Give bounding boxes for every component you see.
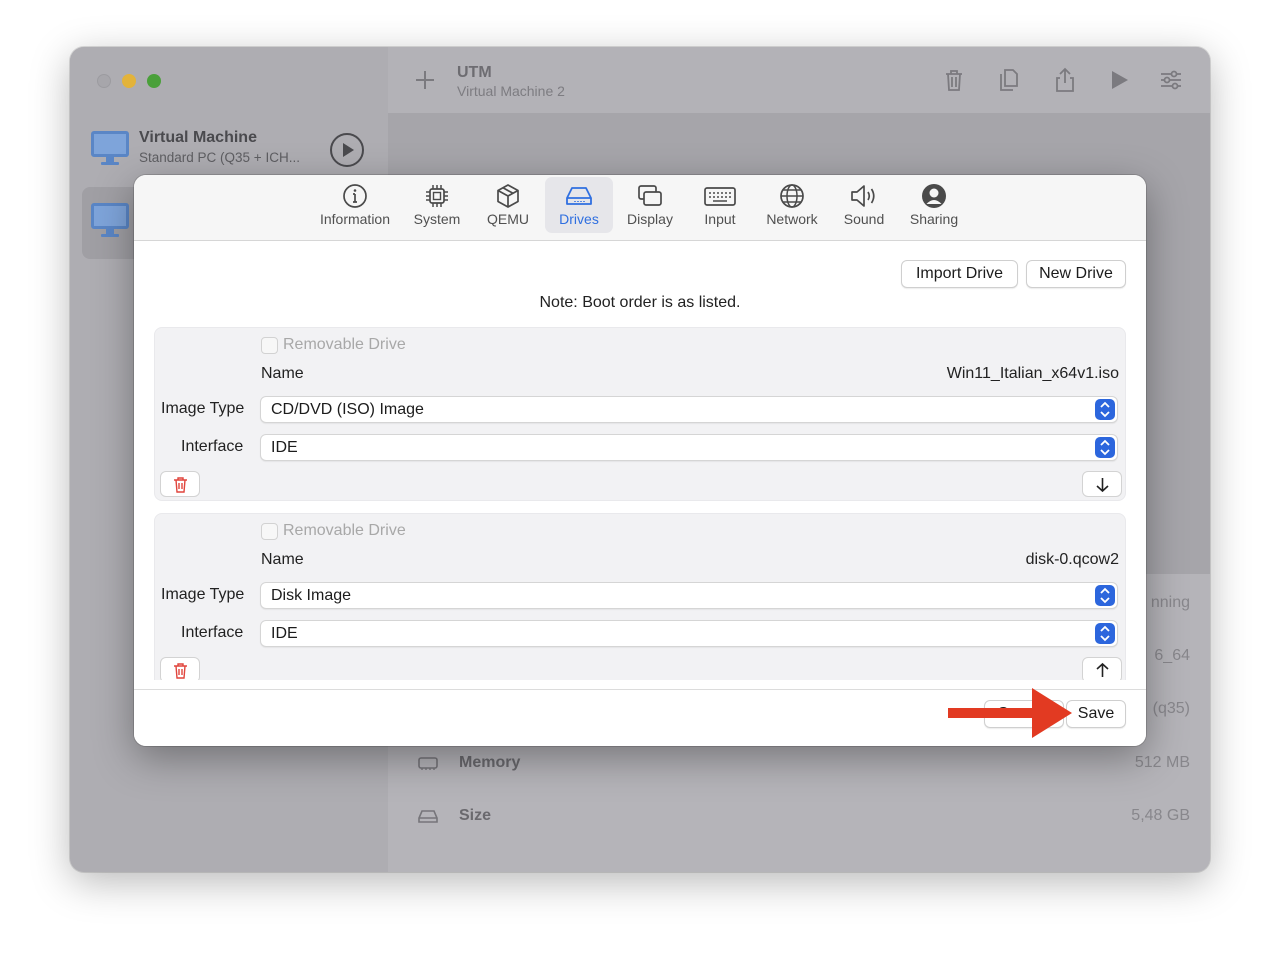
speaker-icon: [851, 185, 875, 207]
image-type-label: Image Type: [161, 400, 245, 417]
info-key: Size: [459, 807, 492, 824]
drive-name-value: disk-0.qcow2: [1025, 551, 1119, 568]
drive-icon: [566, 187, 592, 205]
save-button[interactable]: Save: [1066, 700, 1126, 728]
chevron-up-down-icon: [1095, 623, 1115, 644]
share-icon[interactable]: [1052, 67, 1078, 93]
name-label: Name: [261, 551, 304, 568]
display-icon: [638, 185, 662, 206]
vm-title: Virtual Machine 2: [457, 83, 565, 99]
image-type-select[interactable]: Disk Image: [260, 582, 1118, 609]
info-row-size: Size 5,48 GB: [418, 801, 1190, 831]
interface-value: IDE: [271, 625, 298, 642]
tab-label: Input: [704, 211, 736, 227]
chevron-up-down-icon: [1095, 437, 1115, 458]
monitor-icon: [91, 203, 129, 237]
tab-label: Sharing: [909, 211, 959, 227]
info-value: 5,48 GB: [1131, 807, 1190, 824]
play-vm-button[interactable]: [330, 133, 364, 167]
tab-label: Display: [627, 211, 673, 227]
image-type-label: Image Type: [161, 586, 245, 603]
tab-label: System: [413, 211, 461, 227]
chip-icon: [426, 185, 448, 207]
plus-icon[interactable]: [412, 67, 438, 93]
window-toolbar: UTM Virtual Machine 2: [388, 47, 1210, 114]
info-row-memory: Memory 512 MB: [418, 748, 1190, 778]
tab-qemu[interactable]: QEMU: [480, 177, 536, 233]
tab-label: QEMU: [487, 211, 529, 227]
monitor-icon: [91, 131, 129, 165]
trash-icon: [174, 663, 187, 679]
zoom-window-button[interactable]: [147, 74, 161, 88]
trash-icon: [174, 477, 187, 493]
tab-sharing[interactable]: Sharing: [904, 177, 964, 233]
tab-drives[interactable]: Drives: [545, 177, 613, 233]
close-window-button[interactable]: [97, 74, 111, 88]
tab-label: Information: [319, 211, 391, 227]
interface-select[interactable]: IDE: [260, 620, 1118, 647]
image-type-value: CD/DVD (ISO) Image: [271, 401, 424, 418]
info-value: 512 MB: [1134, 754, 1190, 771]
tab-information[interactable]: Information: [314, 177, 396, 233]
info-value: (q35): [1152, 700, 1190, 717]
info-value: nning: [1150, 594, 1190, 611]
interface-label: Interface: [181, 438, 244, 455]
tab-display[interactable]: Display: [620, 177, 680, 233]
minimize-window-button[interactable]: [122, 74, 136, 88]
tab-system[interactable]: System: [406, 177, 468, 233]
removable-drive-checkbox: [261, 523, 278, 540]
chevron-up-down-icon: [1095, 399, 1115, 420]
vm-name: Virtual Machine: [139, 129, 257, 146]
trash-icon[interactable]: [941, 67, 967, 93]
import-drive-button[interactable]: Import Drive: [901, 260, 1018, 288]
play-icon: [343, 143, 354, 157]
drive-name-value: Win11_Italian_x64v1.iso: [946, 365, 1119, 382]
vm-subtitle: Standard PC (Q35 + ICH...: [139, 150, 300, 165]
keyboard-icon: [704, 187, 736, 206]
chevron-up-down-icon: [1095, 585, 1115, 606]
delete-drive-button[interactable]: [160, 657, 200, 680]
tab-label: Sound: [843, 211, 885, 227]
arrow-up-icon: [1096, 662, 1109, 677]
image-type-select[interactable]: CD/DVD (ISO) Image: [260, 396, 1118, 423]
app-title: UTM: [457, 64, 492, 81]
name-label: Name: [261, 365, 304, 382]
removable-drive-label: Removable Drive: [283, 336, 406, 353]
drive-icon: [418, 810, 438, 823]
removable-drive-label: Removable Drive: [283, 522, 406, 539]
vm-settings-sheet: Information System QEMU Drives Display I…: [134, 175, 1146, 746]
settings-tab-bar: Information System QEMU Drives Display I…: [134, 175, 1146, 241]
annotation-arrow-icon: [948, 688, 1072, 738]
drive-card: Removable Drive Name Win11_Italian_x64v1…: [154, 327, 1126, 501]
interface-label: Interface: [181, 624, 244, 641]
arrow-down-icon: [1096, 478, 1109, 493]
memory-icon: [418, 757, 438, 770]
tab-sound[interactable]: Sound: [836, 177, 892, 233]
tab-network[interactable]: Network: [760, 177, 824, 233]
boot-order-note: Note: Boot order is as listed.: [539, 294, 741, 311]
move-drive-down-button[interactable]: [1082, 471, 1122, 497]
move-drive-up-button[interactable]: [1082, 657, 1122, 680]
drives-list[interactable]: Removable Drive Name Win11_Italian_x64v1…: [134, 325, 1146, 680]
tab-label: Drives: [559, 211, 599, 227]
cube-icon: [497, 184, 519, 208]
delete-drive-button[interactable]: [160, 471, 200, 497]
image-type-value: Disk Image: [271, 587, 352, 604]
settings-sliders-icon[interactable]: [1158, 67, 1184, 93]
removable-drive-checkbox: [261, 337, 278, 354]
tab-label: Network: [766, 211, 818, 227]
person-icon: [922, 184, 946, 208]
globe-icon: [780, 184, 804, 208]
drive-card: Removable Drive Name disk-0.qcow2 Image …: [154, 513, 1126, 680]
info-icon: [343, 184, 367, 208]
new-drive-button[interactable]: New Drive: [1026, 260, 1126, 288]
tab-input[interactable]: Input: [694, 177, 746, 233]
play-icon[interactable]: [1106, 67, 1132, 93]
interface-select[interactable]: IDE: [260, 434, 1118, 461]
clone-icon[interactable]: [996, 67, 1022, 93]
info-value: 6_64: [1154, 647, 1190, 664]
info-key: Memory: [459, 754, 521, 771]
interface-value: IDE: [271, 439, 298, 456]
